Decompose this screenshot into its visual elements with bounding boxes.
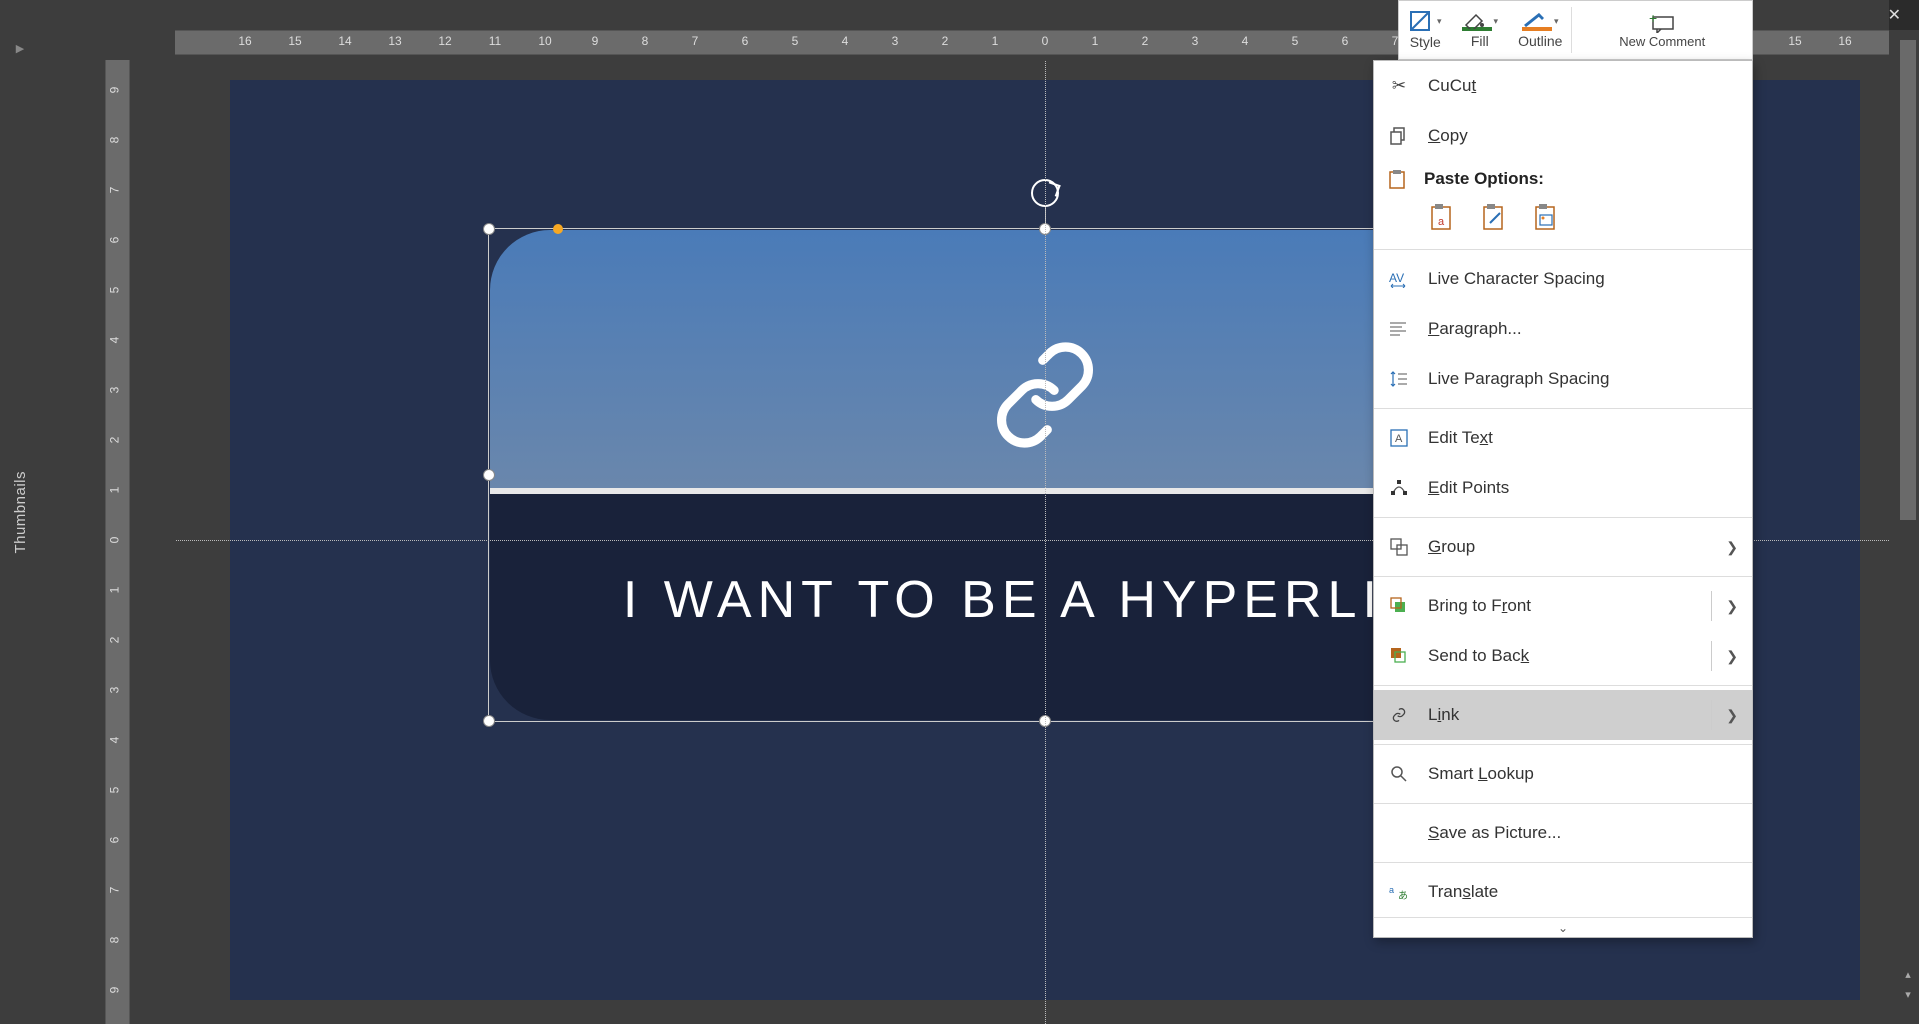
edit-points-icon <box>1388 479 1410 497</box>
paragraph-icon <box>1388 321 1410 337</box>
menu-link[interactable]: Link ❯ <box>1374 690 1752 740</box>
menu-bring-to-front[interactable]: Bring to Front ❯ <box>1374 581 1752 631</box>
menu-translate[interactable]: aあ Translate <box>1374 867 1752 917</box>
live-para-spacing-label: Live Paragraph Spacing <box>1428 369 1738 389</box>
vertical-ruler[interactable]: 9876543210123456789 <box>105 60 130 1024</box>
svg-text:a: a <box>1389 885 1394 895</box>
menu-edit-text[interactable]: A Edit Text <box>1374 413 1752 463</box>
svg-text:AV: AV <box>1389 271 1404 285</box>
chevron-down-icon: ▾ <box>1437 16 1442 27</box>
chevron-right-icon: ❯ <box>1726 598 1738 615</box>
group-icon <box>1388 538 1410 556</box>
para-spacing-icon <box>1388 370 1410 388</box>
style-button[interactable]: ▾ Style <box>1399 1 1452 59</box>
scroll-up-icon[interactable]: ▴ <box>1897 964 1919 984</box>
outline-icon <box>1522 11 1552 31</box>
scrollbar-thumb[interactable] <box>1900 40 1916 520</box>
paste-use-destination-theme[interactable]: a <box>1428 201 1458 231</box>
style-icon <box>1409 10 1435 32</box>
menu-paste-options: Paste Options: a <box>1374 161 1752 245</box>
new-comment-icon: + <box>1647 13 1677 33</box>
new-comment-button[interactable]: + New Comment <box>1572 1 1752 59</box>
scroll-down-icon[interactable]: ▾ <box>1897 984 1919 1004</box>
menu-edit-points[interactable]: Edit Points <box>1374 463 1752 513</box>
chevron-down-icon: ▾ <box>1494 16 1499 27</box>
menu-send-to-back[interactable]: Send to Back ❯ <box>1374 631 1752 681</box>
chevron-down-icon: ▾ <box>1554 16 1559 27</box>
outline-label: Outline <box>1518 33 1562 49</box>
send-back-icon <box>1388 647 1410 665</box>
smart-lookup-icon <box>1388 765 1410 783</box>
mini-toolbar: ▾ Style ▾ Fill ▾ Outline + New Comment <box>1398 0 1753 60</box>
vertical-scrollbar[interactable]: ▴ ▾ <box>1897 30 1919 1024</box>
menu-copy[interactable]: Copy <box>1374 111 1752 161</box>
cut-icon: ✂ <box>1388 76 1410 96</box>
thumbnails-panel[interactable]: ▶ Thumbnails <box>0 0 40 1024</box>
chevron-right-icon: ❯ <box>1726 648 1738 665</box>
menu-smart-lookup[interactable]: Smart Lookup <box>1374 749 1752 799</box>
paste-picture[interactable] <box>1532 201 1562 231</box>
paste-keep-source-formatting[interactable] <box>1480 201 1510 231</box>
menu-live-paragraph-spacing[interactable]: Live Paragraph Spacing <box>1374 354 1752 404</box>
svg-text:+: + <box>1649 13 1657 26</box>
bring-front-icon <box>1388 597 1410 615</box>
svg-text:あ: あ <box>1398 890 1408 901</box>
svg-text:A: A <box>1395 433 1403 445</box>
menu-group[interactable]: Group ❯ <box>1374 522 1752 572</box>
copy-icon <box>1388 127 1410 145</box>
close-icon[interactable]: ✕ <box>1888 5 1901 25</box>
vertical-guide[interactable] <box>1045 60 1046 1024</box>
chevron-right-icon: ❯ <box>1726 707 1738 724</box>
menu-save-as-picture[interactable]: Save as Picture... <box>1374 808 1752 858</box>
paste-options-label: Paste Options: <box>1424 169 1544 189</box>
menu-paragraph[interactable]: Paragraph... <box>1374 304 1752 354</box>
svg-text:a: a <box>1438 216 1445 228</box>
style-label: Style <box>1410 34 1441 50</box>
translate-icon: aあ <box>1388 883 1410 901</box>
paste-icon <box>1388 169 1406 189</box>
chevron-right-icon: ❯ <box>1726 539 1738 556</box>
chevron-right-icon: ▶ <box>16 42 24 55</box>
menu-cut[interactable]: ✂ CuCutCut <box>1374 61 1752 111</box>
context-menu: ✂ CuCutCut Copy Paste Options: a AV Live… <box>1373 60 1753 938</box>
resize-handle-bl[interactable] <box>483 715 495 727</box>
char-spacing-icon: AV <box>1388 270 1410 288</box>
new-comment-label: New Comment <box>1619 35 1705 48</box>
fill-button[interactable]: ▾ Fill <box>1452 1 1509 59</box>
menu-live-character-spacing[interactable]: AV Live Character Spacing <box>1374 254 1752 304</box>
link-icon <box>1388 707 1410 723</box>
fill-label: Fill <box>1471 33 1489 49</box>
outline-button[interactable]: ▾ Outline <box>1508 1 1572 59</box>
thumbnails-label: Thumbnails <box>12 471 29 554</box>
edit-text-icon: A <box>1388 429 1410 447</box>
menu-expand[interactable]: ⌄ <box>1374 917 1752 937</box>
live-char-spacing-label: Live Character Spacing <box>1428 269 1738 289</box>
fill-icon <box>1462 11 1492 31</box>
